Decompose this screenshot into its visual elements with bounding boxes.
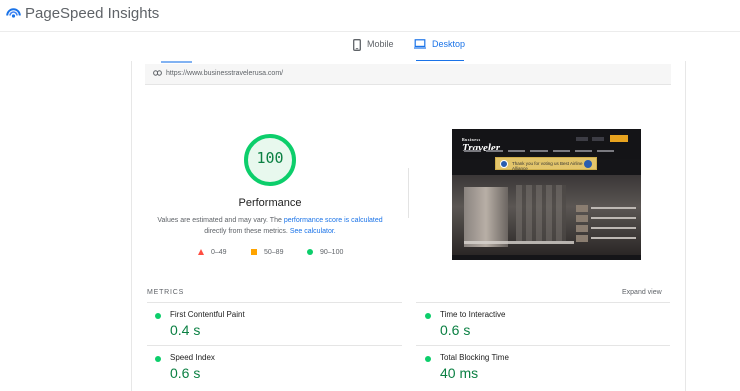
analyzed-url[interactable]: https://www.businesstravelerusa.com/ [166,70,283,77]
divider [416,302,670,303]
screenshot-award-banner: Thank you for voting us Best Airline All… [495,157,597,171]
screenshot-nav: Business Traveler [452,129,641,159]
metric-name: Speed Index [170,353,215,362]
laptop-icon [414,39,426,49]
award-badge-icon [500,160,508,168]
divider [416,345,670,346]
legend-average: 50–89 [251,249,283,256]
legend-pass-range: 90–100 [320,249,344,256]
tab-mobile-label: Mobile [367,39,394,49]
metric-name: Time to Interactive [440,310,506,319]
score-calculated-link[interactable]: performance score is calculated [284,217,383,224]
smartphone-icon [353,39,361,51]
hero-wall [464,187,508,247]
divider [147,302,402,303]
legend-fail: 0–49 [198,249,227,256]
performance-score: 100 [256,149,284,167]
performance-description: Values are estimated and may vary. The p… [150,215,390,237]
pass-circle-icon [425,313,431,319]
screenshot-side-list [576,205,636,245]
page-screenshot: Business Traveler Thank you for voting u… [452,129,641,260]
desc-prefix: Values are estimated and may vary. The [157,217,284,224]
tab-mobile[interactable]: Mobile [353,39,394,63]
triangle-icon [198,249,204,256]
banner-text: Thank you for voting us Best Airline All… [512,161,583,171]
expand-view-toggle[interactable]: Expand view [622,289,662,296]
see-calculator-link[interactable]: See calculator. [290,228,336,235]
screenshot-subscribe-button [610,135,628,142]
pagespeed-logo-icon [6,8,21,18]
screenshot-nav-button [576,137,588,141]
screenshot-nav-button [592,137,604,141]
metrics-heading: METRICS [147,289,185,296]
metric-value: 0.6 s [170,365,201,381]
circle-icon [307,249,313,256]
url-bar: https://www.businesstravelerusa.com/ [145,64,671,85]
performance-title: Performance [238,197,302,209]
divider [147,345,402,346]
pass-circle-icon [155,356,161,362]
metric-value: 0.4 s [170,322,201,338]
award-badge-icon [584,160,592,168]
metric-value: 40 ms [440,365,479,381]
legend-average-range: 50–89 [264,249,284,256]
app-title[interactable]: PageSpeed Insights [25,5,159,22]
pass-circle-icon [155,313,161,319]
legend-pass: 90–100 [307,249,343,256]
device-tabs: Mobile Desktop [0,31,740,63]
hero-columns [516,185,566,241]
metric-name: First Contentful Paint [170,310,245,319]
metric-name: Total Blocking Time [440,353,509,362]
desc-middle: directly from these metrics. [204,228,290,235]
legend-fail-range: 0–49 [211,249,227,256]
screenshot-nav-links [464,150,614,153]
section-indicator [161,61,192,63]
vertical-divider [408,168,409,218]
metric-value: 0.6 s [440,322,471,338]
tab-desktop-label: Desktop [432,39,466,49]
hero-caption [464,241,574,244]
square-icon [251,249,257,256]
pass-circle-icon [425,356,431,362]
top-bar: PageSpeed Insights [0,0,740,30]
link-icon [153,70,162,76]
